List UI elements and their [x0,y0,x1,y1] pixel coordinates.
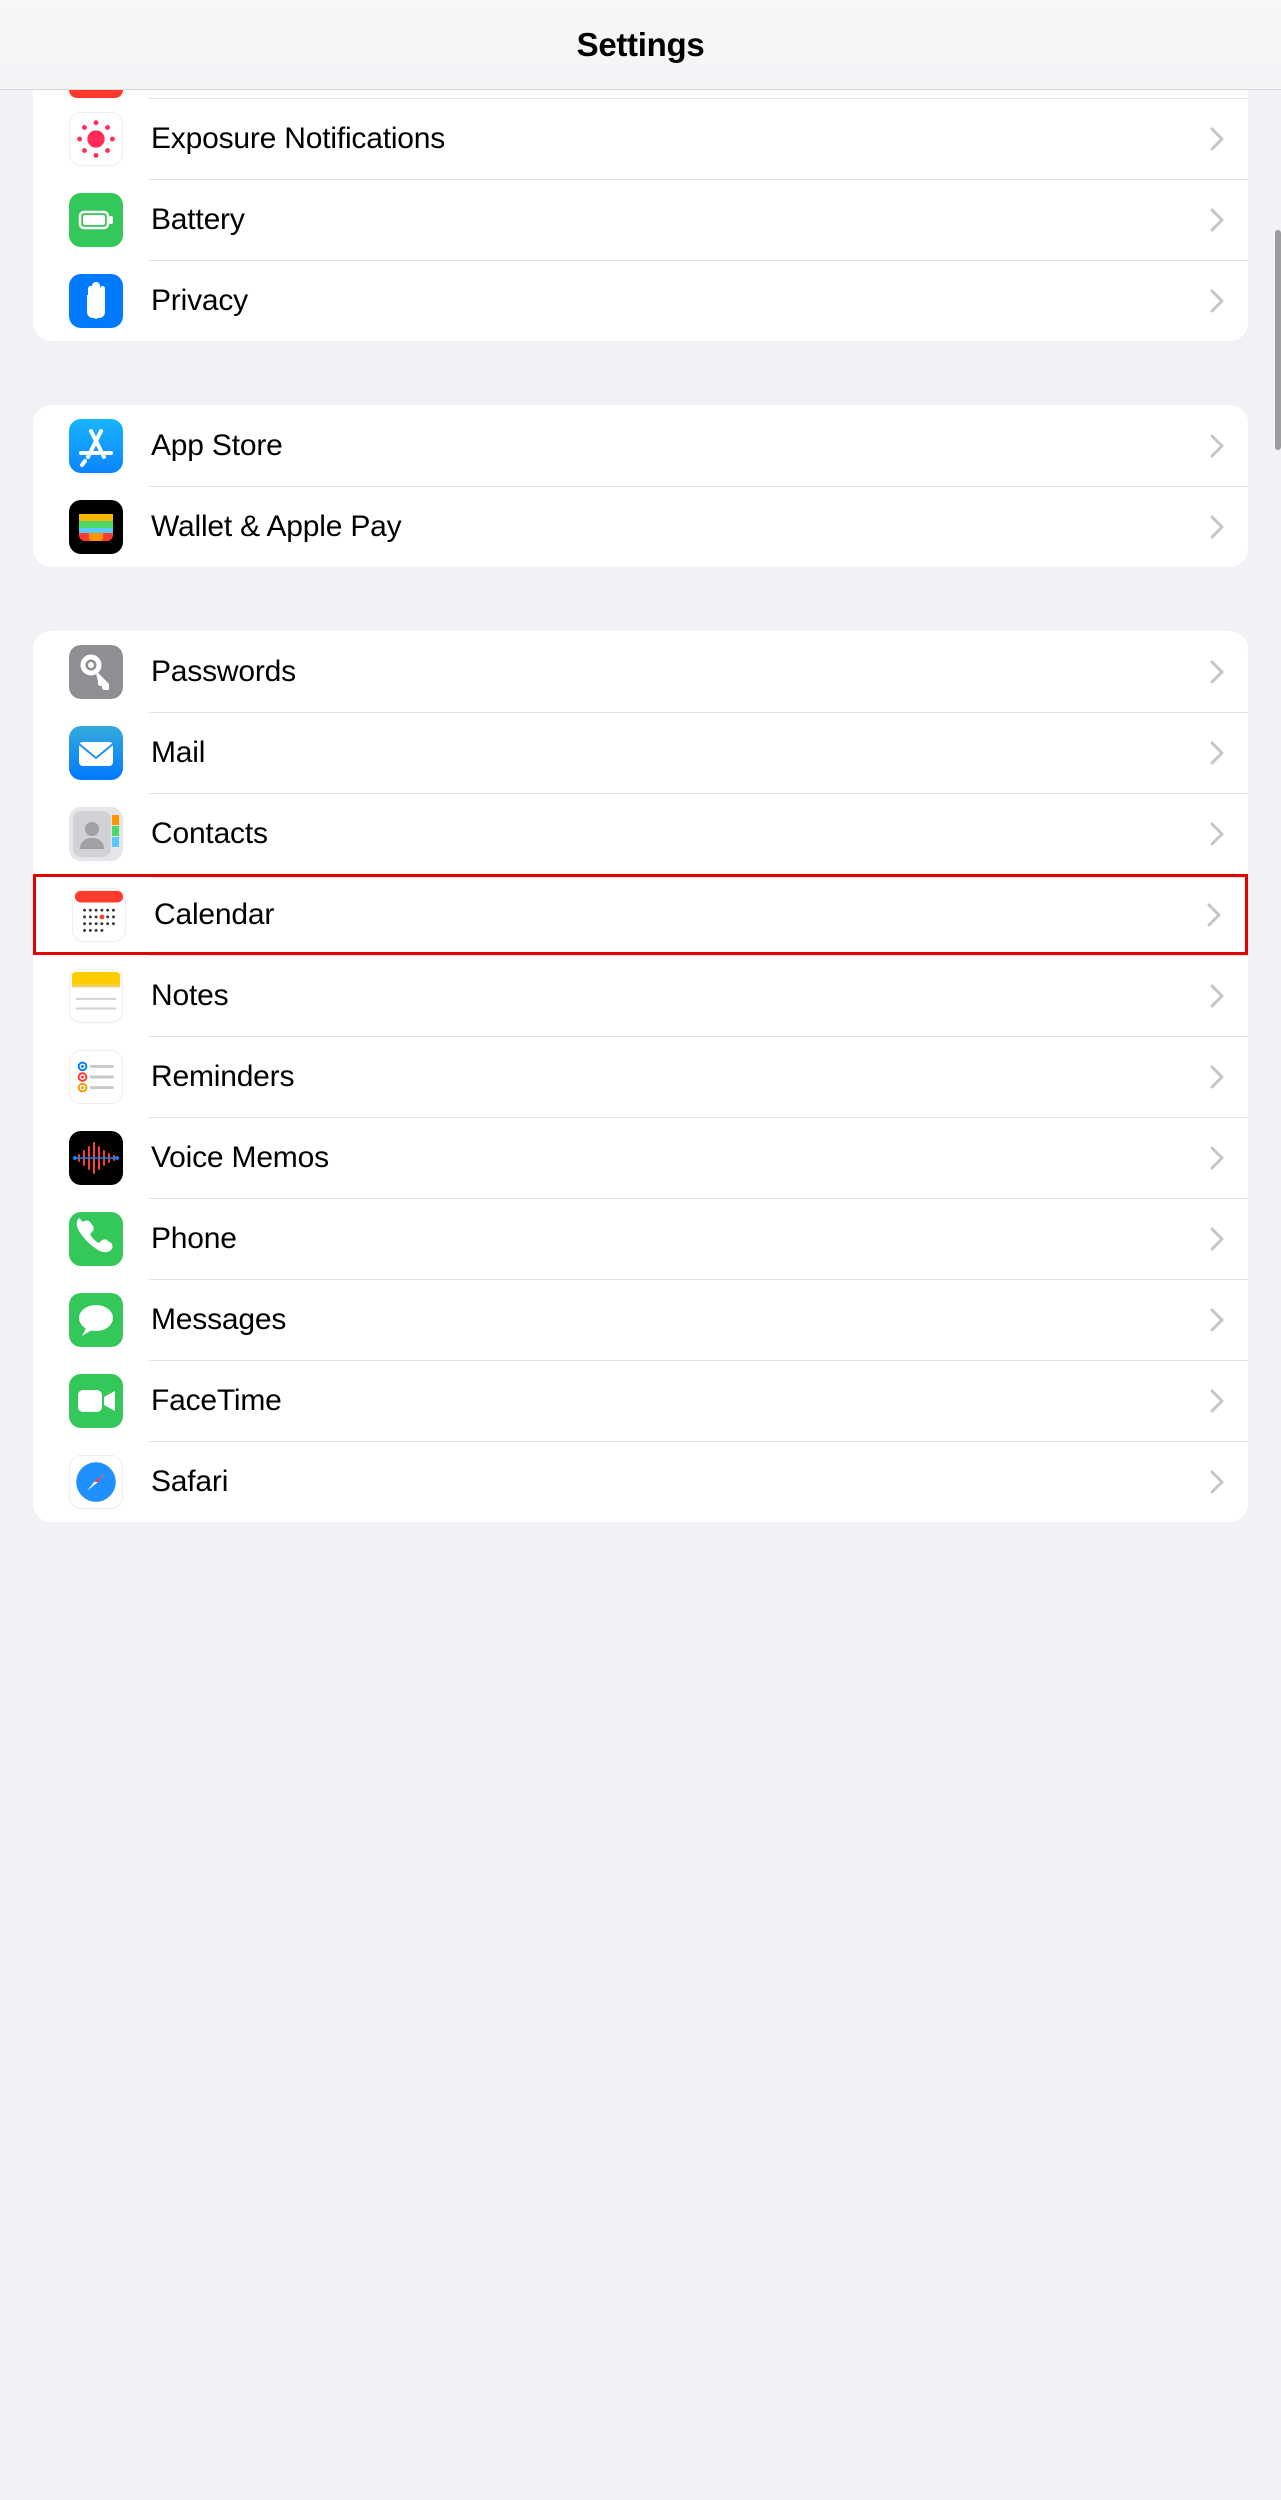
row-label: Battery [151,203,1210,237]
chevron-right-icon [1210,822,1224,846]
settings-row-mail[interactable]: Mail [33,712,1248,793]
settings-row-messages[interactable]: Messages [33,1279,1248,1360]
wallet-icon [69,500,123,554]
settings-row-calendar[interactable]: Calendar [33,874,1248,955]
settings-content: Exposure Notifications Battery Privacy A… [0,90,1281,1582]
chevron-right-icon [1210,1389,1224,1413]
chevron-right-icon [1210,1146,1224,1170]
settings-group-system: Exposure Notifications Battery Privacy [33,90,1248,341]
mail-icon [69,726,123,780]
settings-row-app-store[interactable]: App Store [33,405,1248,486]
reminders-icon [69,1050,123,1104]
settings-row-voice-memos[interactable]: Voice Memos [33,1117,1248,1198]
chevron-right-icon [1210,1227,1224,1251]
privacy-icon [69,274,123,328]
chevron-right-icon [1210,1470,1224,1494]
settings-row-phone[interactable]: Phone [33,1198,1248,1279]
passwords-icon [69,645,123,699]
contacts-icon [69,807,123,861]
facetime-icon [69,1374,123,1428]
row-label: Calendar [154,898,1207,932]
row-label: FaceTime [151,1384,1210,1418]
chevron-right-icon [1210,660,1224,684]
row-label: Reminders [151,1060,1210,1094]
row-label: Notes [151,979,1210,1013]
row-label: Mail [151,736,1210,770]
calendar-icon [72,888,126,942]
settings-row-safari[interactable]: Safari [33,1441,1248,1522]
battery-icon [69,193,123,247]
header: Settings [0,0,1281,90]
chevron-right-icon [1210,1308,1224,1332]
settings-row-exposure-notifications[interactable]: Exposure Notifications [33,98,1248,179]
settings-row-notes[interactable]: Notes [33,955,1248,1036]
notes-icon [69,969,123,1023]
row-label: Contacts [151,817,1210,851]
row-label: App Store [151,429,1210,463]
settings-row-battery[interactable]: Battery [33,179,1248,260]
row-label: Phone [151,1222,1210,1256]
scrollbar-indicator[interactable] [1275,230,1281,450]
settings-row-wallet[interactable]: Wallet & Apple Pay [33,486,1248,567]
settings-row-reminders[interactable]: Reminders [33,1036,1248,1117]
red-icon [69,90,123,98]
row-label: Safari [151,1465,1210,1499]
chevron-right-icon [1210,515,1224,539]
settings-group-store: App Store Wallet & Apple Pay [33,405,1248,567]
chevron-right-icon [1210,434,1224,458]
row-label: Messages [151,1303,1210,1337]
chevron-right-icon [1210,1065,1224,1089]
chevron-right-icon [1210,741,1224,765]
settings-row-privacy[interactable]: Privacy [33,260,1248,341]
settings-group-apps: Passwords Mail Contacts Calendar [33,631,1248,1522]
chevron-right-icon [1210,208,1224,232]
exposure-icon [69,112,123,166]
chevron-right-icon [1210,984,1224,1008]
settings-row-truncated[interactable] [33,90,1248,98]
messages-icon [69,1293,123,1347]
chevron-right-icon [1207,903,1221,927]
row-label: Passwords [151,655,1210,689]
row-label: Wallet & Apple Pay [151,510,1210,544]
voicememos-icon [69,1131,123,1185]
settings-row-facetime[interactable]: FaceTime [33,1360,1248,1441]
safari-icon [69,1455,123,1509]
appstore-icon [69,419,123,473]
settings-row-contacts[interactable]: Contacts [33,793,1248,874]
row-label: Privacy [151,284,1210,318]
chevron-right-icon [1210,127,1224,151]
phone-icon [69,1212,123,1266]
chevron-right-icon [1210,289,1224,313]
page-title: Settings [577,26,705,64]
row-label: Exposure Notifications [151,122,1210,156]
settings-row-passwords[interactable]: Passwords [33,631,1248,712]
row-label: Voice Memos [151,1141,1210,1175]
